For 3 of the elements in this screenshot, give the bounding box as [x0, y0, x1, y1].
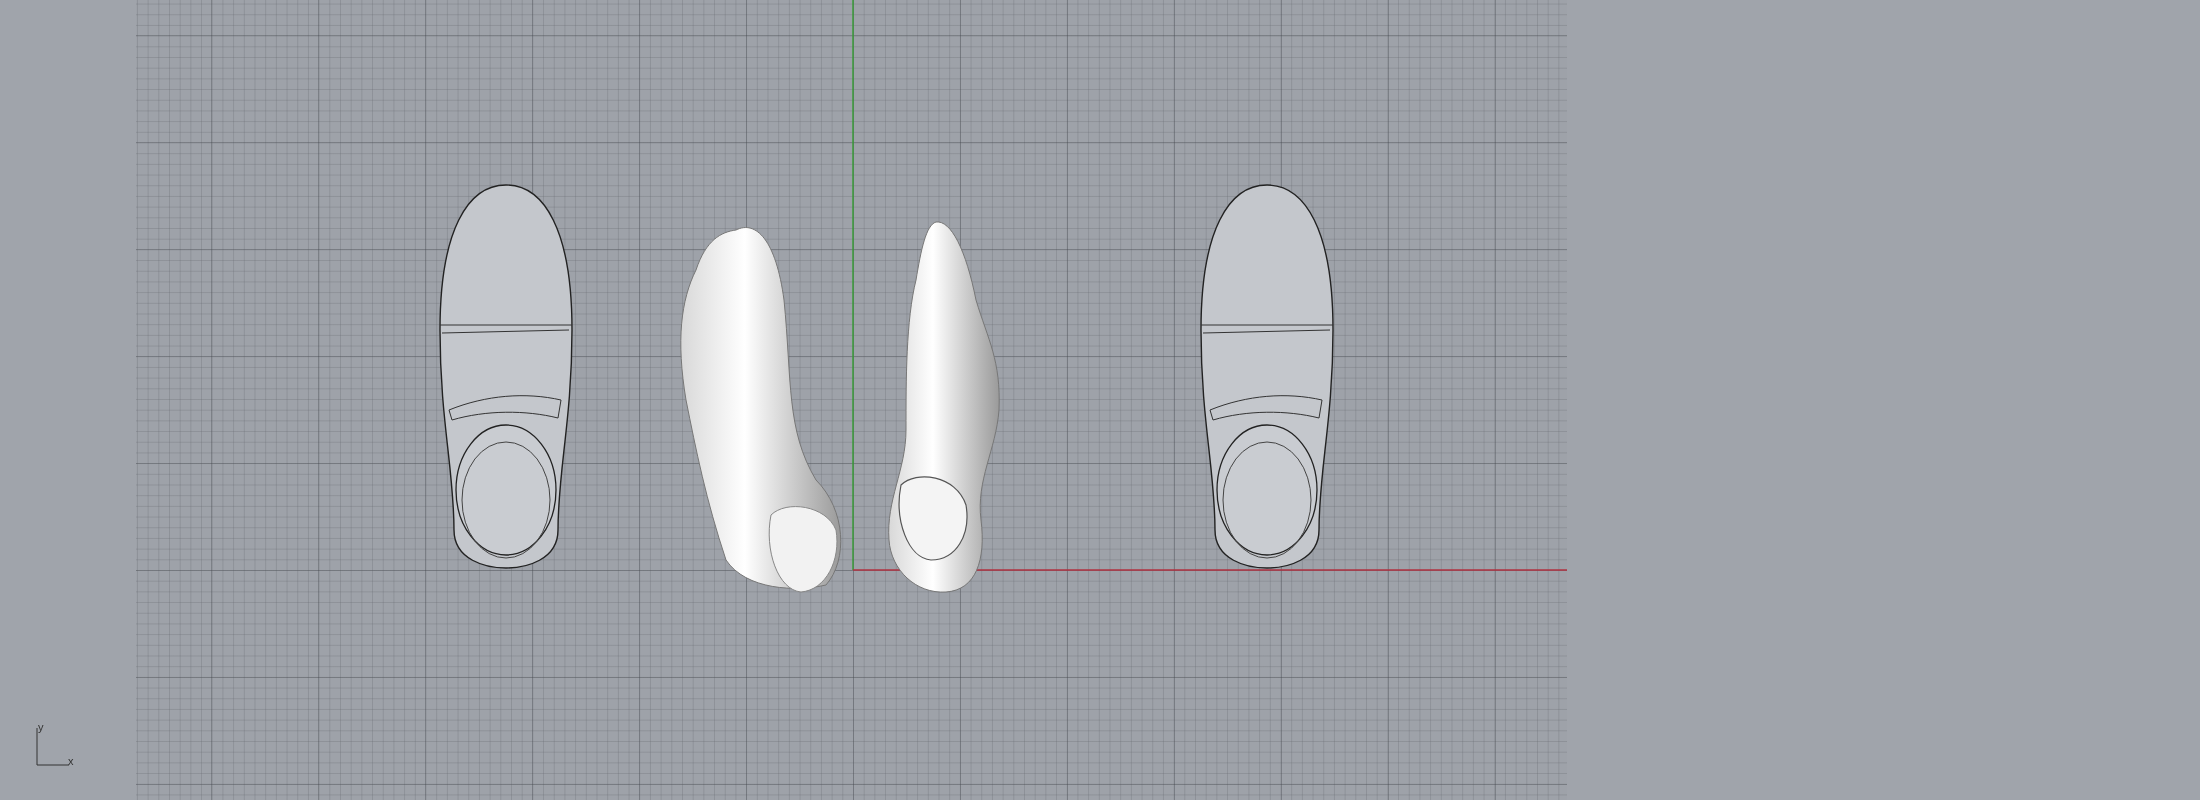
x-axis-label: x [68, 756, 74, 767]
viewport-grid[interactable] [136, 0, 1567, 800]
y-axis-label: y [38, 722, 44, 733]
